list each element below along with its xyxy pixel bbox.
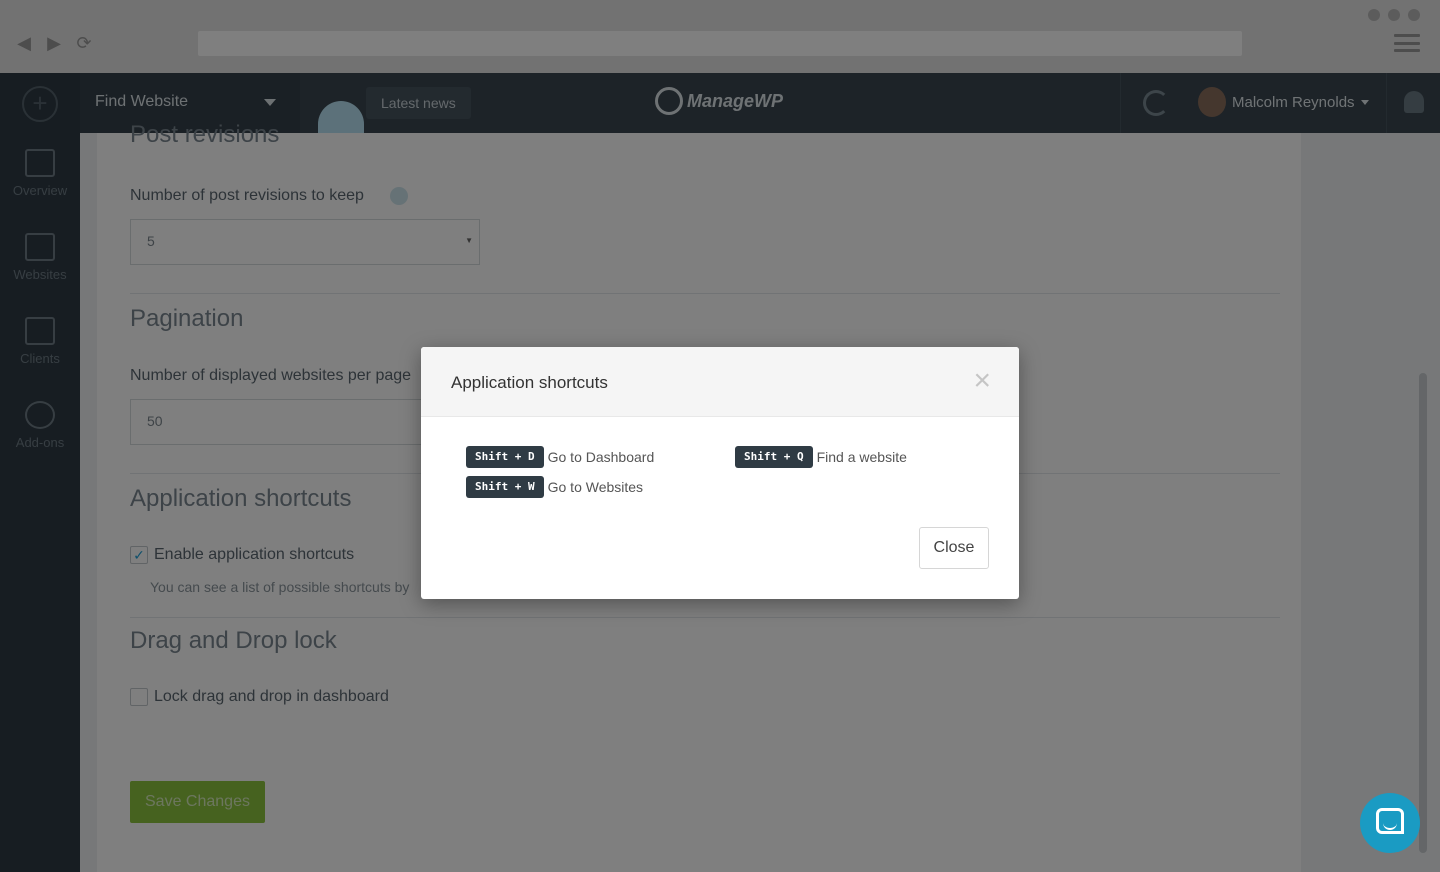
modal-title: Application shortcuts xyxy=(451,373,608,392)
shortcut-item: Shift + W Go to Websites xyxy=(466,476,643,498)
chat-icon xyxy=(1376,808,1404,834)
shortcut-action: Find a website xyxy=(816,449,907,465)
shortcut-action: Go to Dashboard xyxy=(547,449,655,465)
shortcut-item: Shift + Q Find a website xyxy=(735,446,907,468)
modal-header: Application shortcuts × xyxy=(421,347,1019,417)
chat-launcher-button[interactable] xyxy=(1360,793,1420,853)
shortcuts-modal: Application shortcuts × Shift + D Go to … xyxy=(421,347,1019,599)
shortcut-keys: Shift + D xyxy=(466,446,544,468)
close-button[interactable]: Close xyxy=(919,527,989,569)
close-icon[interactable]: × xyxy=(973,366,991,396)
shortcut-keys: Shift + W xyxy=(466,476,544,498)
shortcut-item: Shift + D Go to Dashboard xyxy=(466,446,654,468)
shortcut-keys: Shift + Q xyxy=(735,446,813,468)
shortcut-action: Go to Websites xyxy=(547,479,644,495)
